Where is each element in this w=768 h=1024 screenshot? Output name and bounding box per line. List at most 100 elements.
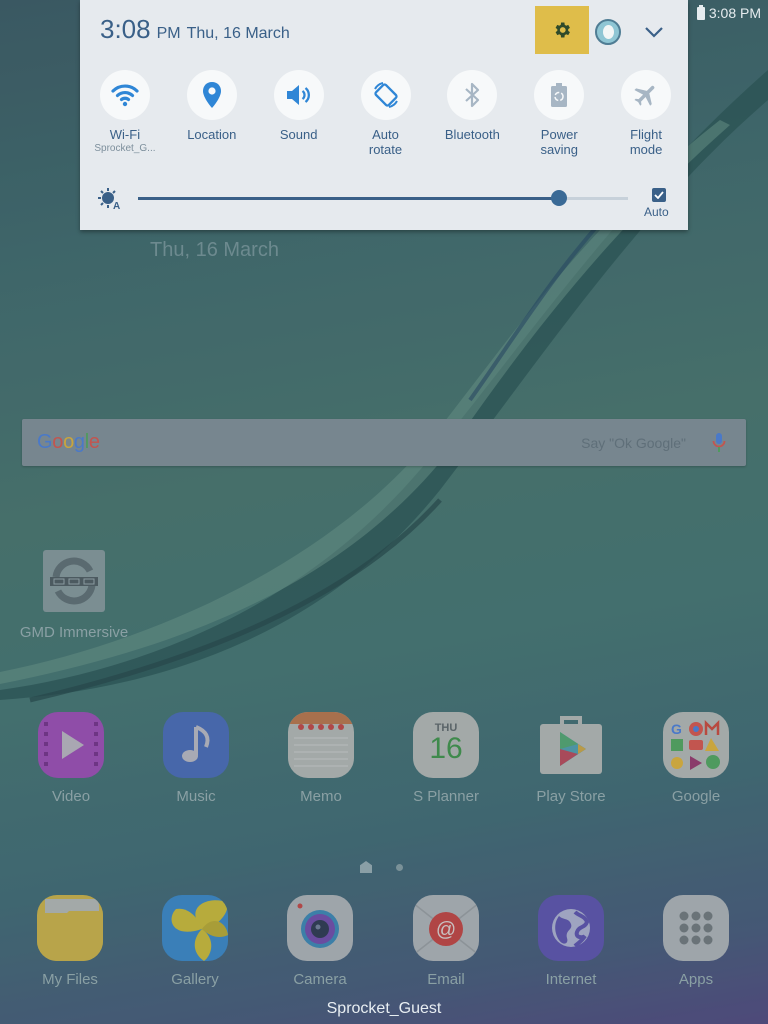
play-store-icon (538, 712, 604, 778)
toggle-label: Bluetooth (444, 127, 500, 142)
auto-brightness-checkbox[interactable] (652, 188, 666, 202)
label-line: Auto (372, 127, 399, 142)
toggle-bluetooth[interactable]: Bluetooth (430, 70, 514, 157)
toggle-label: Location (187, 127, 237, 142)
app-my-files[interactable]: My Files (15, 895, 125, 988)
folder-icon (37, 895, 103, 961)
panel-clock: 3:08 PM Thu, 16 March (100, 14, 290, 45)
toggle-sound[interactable]: Sound (257, 70, 341, 157)
mic-icon[interactable] (712, 432, 726, 454)
app-label: GMD Immersive (19, 624, 129, 641)
gear-icon (555, 22, 570, 38)
svg-text:@: @ (436, 919, 456, 941)
panel-date: Thu, 16 March (186, 25, 290, 42)
app-google-folder[interactable]: G Google (641, 712, 751, 805)
gmd-immersive-icon (43, 550, 105, 612)
svg-text:A: A (113, 201, 120, 210)
app-label: My Files (42, 971, 98, 988)
app-label: Camera (293, 971, 347, 988)
toggle-label: Wi-Fi (109, 127, 141, 142)
toggle-sublabel: Sprocket_G... (94, 143, 156, 154)
apps-grid-icon (663, 895, 729, 961)
status-bar: 3:08 PM (696, 0, 768, 26)
speaker-icon (286, 85, 310, 105)
google-folder-icon: G (663, 712, 729, 778)
voice-search-hint: Say "Ok Google" (581, 435, 686, 451)
toggle-label: Auto rotate (369, 127, 402, 157)
app-play-store[interactable]: Play Store (516, 712, 626, 805)
music-icon (163, 712, 229, 778)
app-gmd-immersive[interactable]: GMD Immersive (14, 550, 134, 641)
app-internet[interactable]: Internet (516, 895, 626, 988)
memo-icon (288, 712, 354, 778)
notification-panel: 3:08 PM Thu, 16 March Wi-Fi Sprocket_G..… (80, 0, 688, 230)
label-line: Flight (630, 127, 662, 142)
video-icon (38, 712, 104, 778)
brightness-auto-icon: A (98, 188, 120, 210)
app-email[interactable]: @ Email (391, 895, 501, 988)
checkmark-icon (654, 191, 664, 199)
location-pin-icon (202, 82, 221, 108)
app-label: Memo (300, 788, 342, 805)
camera-icon (287, 895, 353, 961)
email-icon: @ (413, 895, 479, 961)
app-label: Video (51, 788, 91, 805)
app-label: Google (671, 788, 721, 805)
google-logo: Google (37, 431, 100, 453)
toggle-label: Flight mode (630, 127, 663, 157)
status-time: 3:08 PM (708, 5, 761, 21)
app-label: Play Store (536, 788, 606, 805)
gallery-icon (162, 895, 228, 961)
label-line: mode (629, 142, 663, 157)
brightness-control: A Auto (80, 180, 688, 220)
app-label: Internet (545, 971, 597, 988)
power-saving-icon (551, 83, 568, 107)
app-music[interactable]: Music (141, 712, 251, 805)
airplane-icon (634, 85, 655, 106)
svg-text:G: G (671, 721, 682, 737)
calendar-icon: THU 16 (413, 712, 479, 778)
label-line: Power (540, 127, 578, 142)
page-dot[interactable] (396, 863, 403, 871)
bluetooth-icon (465, 82, 480, 108)
brightness-slider-fill (138, 197, 560, 200)
brightness-slider-thumb[interactable] (551, 190, 568, 206)
home-date: Thu, 16 March (150, 239, 279, 261)
settings-button[interactable] (535, 6, 589, 54)
toggle-location[interactable]: Location (170, 70, 254, 157)
page-indicator (360, 861, 403, 873)
calendar-date: 16 (429, 732, 463, 765)
toggle-label: Power saving (540, 127, 578, 157)
toggle-flight-mode[interactable]: Flight mode (604, 70, 688, 157)
app-label: Email (427, 971, 465, 988)
brightness-slider[interactable] (138, 190, 628, 206)
app-label: Gallery (171, 971, 219, 988)
globe-icon (538, 895, 604, 961)
app-s-planner[interactable]: THU 16 S Planner (391, 712, 501, 805)
app-label: S Planner (413, 788, 479, 805)
toggle-power-saving[interactable]: Power saving (517, 70, 601, 157)
expand-button[interactable] (642, 20, 666, 44)
panel-ampm: PM (156, 25, 181, 42)
google-search-bar[interactable]: Google Say "Ok Google" (22, 419, 746, 466)
chevron-down-icon (645, 27, 663, 38)
auto-brightness-label: Auto (644, 205, 669, 219)
app-apps-drawer[interactable]: Apps (641, 895, 751, 988)
user-avatar[interactable] (595, 19, 621, 45)
app-video[interactable]: Video (16, 712, 126, 805)
home-page-indicator-icon[interactable] (360, 861, 372, 873)
auto-rotate-icon (373, 82, 398, 108)
label-line: saving (540, 142, 579, 157)
toggle-auto-rotate[interactable]: Auto rotate (344, 70, 428, 157)
battery-icon (696, 4, 705, 20)
label-line: rotate (368, 142, 403, 157)
toggle-label: Sound (279, 127, 318, 142)
app-label: Music (176, 788, 216, 805)
app-gallery[interactable]: Gallery (140, 895, 250, 988)
app-label: Apps (678, 971, 714, 988)
quick-toggles: Wi-Fi Sprocket_G... Location Sound Auto … (80, 70, 688, 157)
app-camera[interactable]: Camera (265, 895, 375, 988)
toggle-wifi[interactable]: Wi-Fi Sprocket_G... (83, 70, 167, 157)
wifi-icon (111, 84, 139, 107)
app-memo[interactable]: Memo (266, 712, 376, 805)
